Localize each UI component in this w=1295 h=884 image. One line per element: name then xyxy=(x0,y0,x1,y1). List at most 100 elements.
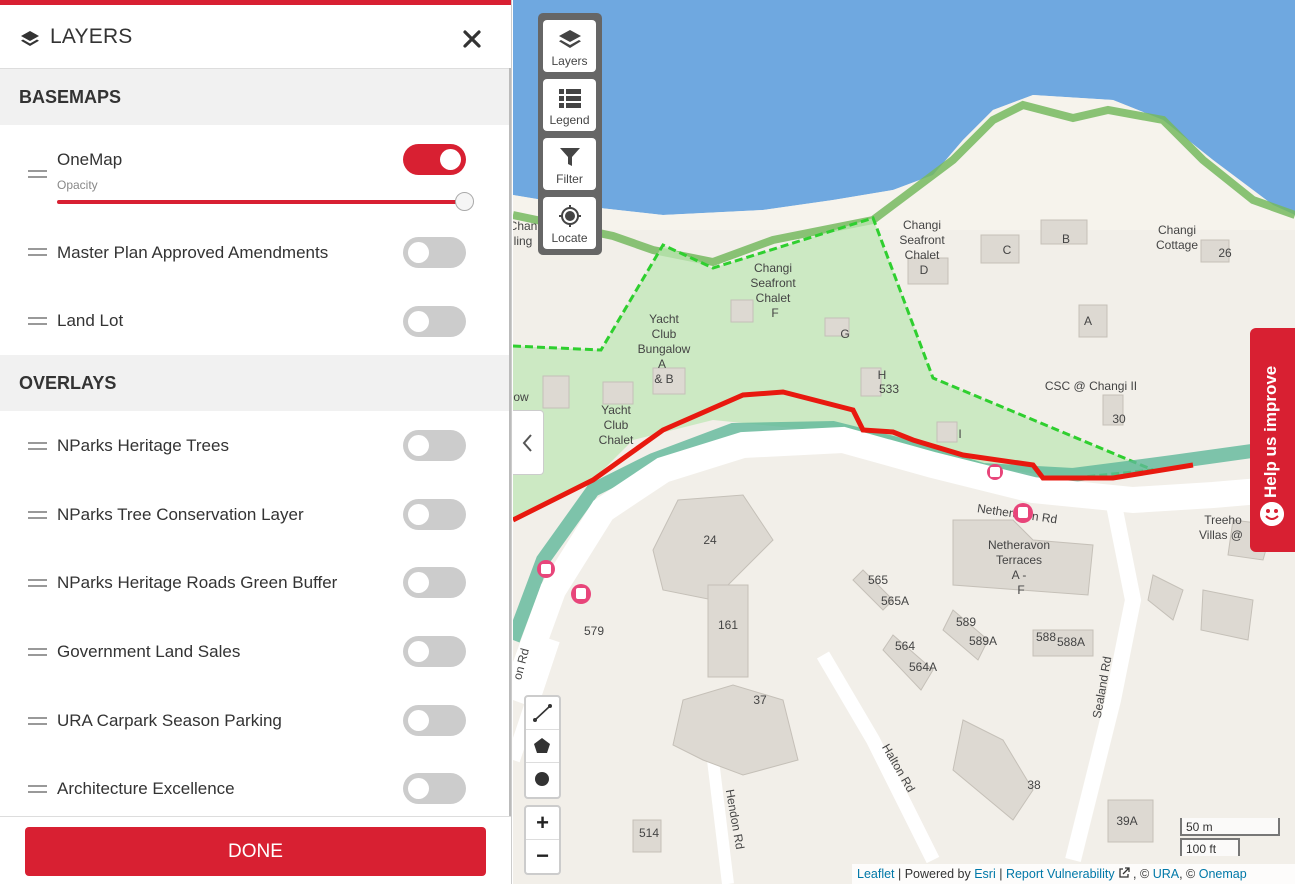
map-label: CSC @ Changi II xyxy=(1045,379,1137,393)
toggle-knob xyxy=(408,242,429,263)
master-plan-toggle[interactable] xyxy=(403,237,466,268)
esri-link[interactable]: Esri xyxy=(974,867,996,881)
architecture-toggle[interactable] xyxy=(403,773,466,804)
map-label: Chan xyxy=(513,219,537,233)
attribution-text: , © xyxy=(1179,867,1199,881)
map-canvas[interactable]: Changi Seafront Chalet D Changi Seafront… xyxy=(513,0,1295,884)
map-label: Yacht xyxy=(601,403,631,417)
map-label: ling xyxy=(514,234,533,248)
leaflet-link[interactable]: Leaflet xyxy=(857,867,895,881)
layer-row-heritage-roads: NParks Heritage Roads Green Buffer xyxy=(0,555,511,611)
report-vulnerability-link[interactable]: Report Vulnerability xyxy=(1006,867,1115,881)
map-label: Chalet xyxy=(599,433,634,447)
layer-label: Government Land Sales xyxy=(57,642,241,661)
drag-handle-icon[interactable] xyxy=(28,785,47,795)
draw-line-button[interactable] xyxy=(526,697,559,730)
scale-metric: 50 m xyxy=(1180,818,1280,836)
drag-handle-icon[interactable] xyxy=(28,248,47,258)
onemap-link[interactable]: Onemap xyxy=(1199,867,1247,881)
drag-handle-icon[interactable] xyxy=(28,317,47,327)
layer-label: NParks Tree Conservation Layer xyxy=(57,505,304,524)
layers-button[interactable]: Layers xyxy=(543,20,596,72)
layer-row-carpark: URA Carpark Season Parking xyxy=(0,693,511,749)
drag-handle-icon[interactable] xyxy=(28,648,47,658)
drag-handle-icon[interactable] xyxy=(28,717,47,727)
external-link-icon xyxy=(1118,867,1130,878)
draw-circle-button[interactable] xyxy=(526,763,559,795)
zoom-out-button[interactable]: − xyxy=(526,840,559,872)
drag-handle-icon[interactable] xyxy=(28,511,47,521)
ura-link[interactable]: URA xyxy=(1153,867,1179,881)
map-label: Changi xyxy=(754,261,792,275)
drag-handle-icon[interactable] xyxy=(28,579,47,589)
draw-polygon-button[interactable] xyxy=(526,730,559,763)
land-lot-toggle[interactable] xyxy=(403,306,466,337)
building-label: 533 xyxy=(879,382,899,396)
heritage-roads-toggle[interactable] xyxy=(403,567,466,598)
building-label: 588A xyxy=(1057,635,1085,649)
building-label: 30 xyxy=(1112,412,1126,426)
building-label: G xyxy=(840,327,849,341)
panel-footer: DONE xyxy=(0,816,511,884)
layer-label: OneMap xyxy=(57,150,123,169)
attribution-text: , © xyxy=(1129,867,1153,881)
building-label: 564A xyxy=(909,660,937,674)
legend-button[interactable]: Legend xyxy=(543,79,596,131)
layer-label: Master Plan Approved Amendments xyxy=(57,243,329,262)
layer-label: Architecture Excellence xyxy=(57,779,235,798)
map-label: Treeho xyxy=(1204,513,1242,527)
tree-conservation-toggle[interactable] xyxy=(403,499,466,530)
map-label: Chalet xyxy=(905,248,940,262)
done-button[interactable]: DONE xyxy=(25,827,486,876)
toggle-knob xyxy=(408,710,429,731)
building-label: 589A xyxy=(969,634,997,648)
toggle-knob xyxy=(408,504,429,525)
layer-label: NParks Heritage Trees xyxy=(57,436,229,455)
carpark-toggle[interactable] xyxy=(403,705,466,736)
heritage-trees-toggle[interactable] xyxy=(403,430,466,461)
locate-button[interactable]: Locate xyxy=(543,197,596,249)
feedback-tab[interactable]: Help us improve xyxy=(1250,328,1295,552)
layer-row-tree-conservation: NParks Tree Conservation Layer xyxy=(0,487,511,543)
opacity-label: Opacity xyxy=(57,178,98,192)
map-label: Changi xyxy=(1158,223,1196,237)
map-label: Yacht xyxy=(649,312,679,326)
building-label: 26 xyxy=(1218,246,1232,260)
overlays-heading: OVERLAYS xyxy=(0,355,511,411)
govt-land-sales-toggle[interactable] xyxy=(403,636,466,667)
layers-icon xyxy=(559,30,581,48)
circle-icon xyxy=(535,772,549,786)
building-label: 24 xyxy=(703,533,717,547)
map-label: A - xyxy=(1012,568,1027,582)
scale-imperial: 100 ft xyxy=(1180,838,1240,856)
building-label: 588 xyxy=(1036,630,1056,644)
opacity-slider-thumb[interactable] xyxy=(455,192,474,211)
chevron-left-icon xyxy=(522,434,532,452)
map-label: F xyxy=(1017,583,1024,597)
map-label: A xyxy=(658,357,666,371)
building-label: 161 xyxy=(718,618,738,632)
building-label: 37 xyxy=(753,693,767,707)
map-label: ow xyxy=(513,390,529,404)
map-label: Seafront xyxy=(750,276,796,290)
drag-handle-icon[interactable] xyxy=(28,442,47,452)
panel-scrollbar[interactable] xyxy=(509,68,511,816)
map-view[interactable]: Changi Seafront Chalet D Changi Seafront… xyxy=(513,0,1295,884)
legend-button-label: Legend xyxy=(549,113,590,127)
onemap-toggle[interactable] xyxy=(403,144,466,175)
building-label: C xyxy=(1003,243,1012,257)
map-label: Club xyxy=(604,418,629,432)
filter-button[interactable]: Filter xyxy=(543,138,596,190)
collapse-panel-button[interactable] xyxy=(513,410,544,475)
layers-button-label: Layers xyxy=(551,54,588,68)
opacity-slider[interactable] xyxy=(57,192,475,214)
zoom-in-button[interactable]: + xyxy=(526,807,559,840)
map-label: Changi xyxy=(903,218,941,232)
building-label: 514 xyxy=(639,826,659,840)
map-label: D xyxy=(920,263,929,277)
locate-button-label: Locate xyxy=(551,231,588,245)
map-label: Terraces xyxy=(996,553,1042,567)
layer-row-master-plan: Master Plan Approved Amendments xyxy=(0,224,511,280)
drag-handle-icon[interactable] xyxy=(28,170,47,180)
close-icon[interactable] xyxy=(459,23,485,53)
